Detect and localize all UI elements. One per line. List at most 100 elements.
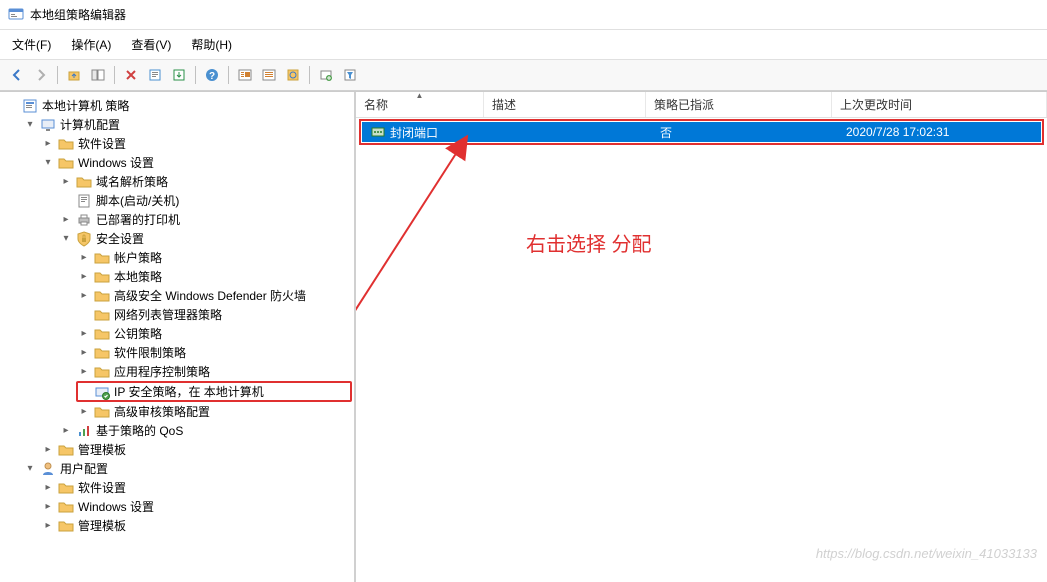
window-title: 本地组策略编辑器 xyxy=(30,6,126,23)
tree-defender-firewall[interactable]: ▸ 高级安全 Windows Defender 防火墙 xyxy=(76,286,352,305)
tree-network-list[interactable]: ▸网络列表管理器策略 xyxy=(76,305,352,324)
show-hide-tree-button[interactable] xyxy=(87,64,109,86)
list-view-button[interactable] xyxy=(258,64,280,86)
cell-last-changed: 2020/7/28 17:02:31 xyxy=(838,123,1041,141)
chevron-right-icon[interactable]: ▸ xyxy=(42,482,54,494)
shield-icon xyxy=(76,231,92,247)
folder-icon xyxy=(58,499,74,515)
list-header: ▲ 名称 描述 策略已指派 上次更改时间 xyxy=(356,92,1047,118)
chevron-right-icon[interactable]: ▸ xyxy=(42,138,54,150)
column-label: 名称 xyxy=(364,98,388,112)
chevron-right-icon[interactable]: ▸ xyxy=(78,328,90,340)
folder-icon xyxy=(58,518,74,534)
chevron-right-icon[interactable]: ▸ xyxy=(60,425,72,437)
folder-icon xyxy=(94,250,110,266)
chevron-right-icon[interactable]: ▸ xyxy=(78,406,90,418)
annotation-arrow xyxy=(356,118,536,428)
create-ip-policy-button[interactable] xyxy=(315,64,337,86)
tree-label: 高级审核策略配置 xyxy=(114,403,210,420)
tree-label: 管理模板 xyxy=(78,517,126,534)
tree-computer-config[interactable]: ▾ 计算机配置 xyxy=(22,115,352,134)
tree-ip-security[interactable]: ▸IP 安全策略，在 本地计算机 xyxy=(76,381,352,402)
chevron-right-icon[interactable]: ▸ xyxy=(60,176,72,188)
tree-label: 本地策略 xyxy=(114,268,162,285)
tree-scripts[interactable]: ▸脚本(启动/关机) xyxy=(58,191,352,210)
tree-account-policy[interactable]: ▸帐户策略 xyxy=(76,248,352,267)
ip-security-icon xyxy=(94,384,110,400)
folder-icon xyxy=(94,307,110,323)
tree-label: 高级安全 Windows Defender 防火墙 xyxy=(114,287,306,304)
up-button[interactable] xyxy=(63,64,85,86)
tree-advanced-audit[interactable]: ▸ 高级审核策略配置 xyxy=(76,402,352,421)
toolbar-separator xyxy=(114,66,115,84)
tree-software-settings[interactable]: ▸ 软件设置 xyxy=(40,134,352,153)
menu-help[interactable]: 帮助(H) xyxy=(187,34,236,55)
list-panel[interactable]: ▲ 名称 描述 策略已指派 上次更改时间 封闭端口 否 2020/7/28 17… xyxy=(356,92,1047,582)
column-name[interactable]: ▲ 名称 xyxy=(356,92,484,117)
export-list-button[interactable] xyxy=(168,64,190,86)
chevron-right-icon[interactable]: ▸ xyxy=(42,501,54,513)
folder-icon xyxy=(94,326,110,342)
menu-bar: 文件(F) 操作(A) 查看(V) 帮助(H) xyxy=(0,30,1047,60)
tree-root[interactable]: ▶ 本地计算机 策略 xyxy=(4,96,352,115)
tree-user-config[interactable]: ▾用户配置 xyxy=(22,459,352,478)
cell-assigned: 否 xyxy=(652,122,838,143)
menu-file[interactable]: 文件(F) xyxy=(8,34,55,55)
manage-filter-button[interactable] xyxy=(339,64,361,86)
forward-button[interactable] xyxy=(30,64,52,86)
menu-view[interactable]: 查看(V) xyxy=(127,34,175,55)
chevron-right-icon[interactable]: ▸ xyxy=(42,444,54,456)
tree-label: 软件设置 xyxy=(78,135,126,152)
menu-action[interactable]: 操作(A) xyxy=(67,34,115,55)
chevron-down-icon[interactable]: ▾ xyxy=(42,157,54,169)
tree-user-software[interactable]: ▸软件设置 xyxy=(40,478,352,497)
properties-button[interactable] xyxy=(144,64,166,86)
tree-app-control[interactable]: ▸应用程序控制策略 xyxy=(76,362,352,381)
tree-deployed-printers[interactable]: ▸ 已部署的打印机 xyxy=(58,210,352,229)
printer-icon xyxy=(76,212,92,228)
refresh-button[interactable] xyxy=(282,64,304,86)
chevron-down-icon[interactable]: ▾ xyxy=(24,463,36,475)
delete-button[interactable] xyxy=(120,64,142,86)
tree-label: 管理模板 xyxy=(78,441,126,458)
tree-user-templates[interactable]: ▸ 管理模板 xyxy=(40,516,352,535)
column-last-changed[interactable]: 上次更改时间 xyxy=(832,92,1047,117)
details-button[interactable] xyxy=(234,64,256,86)
list-row[interactable]: 封闭端口 否 2020/7/28 17:02:31 xyxy=(362,122,1041,142)
tree-label: Windows 设置 xyxy=(78,498,154,515)
chevron-right-icon[interactable]: ▸ xyxy=(78,366,90,378)
tree-user-windows[interactable]: ▸ Windows 设置 xyxy=(40,497,352,516)
tree-windows-settings[interactable]: ▾Windows 设置 xyxy=(40,153,352,172)
tree-label: 基于策略的 QoS xyxy=(96,422,183,439)
back-button[interactable] xyxy=(6,64,28,86)
chevron-right-icon[interactable]: ▸ xyxy=(78,252,90,264)
tree-admin-templates[interactable]: ▸ 管理模板 xyxy=(40,440,352,459)
chevron-down-icon[interactable]: ▾ xyxy=(60,233,72,245)
chevron-right-icon[interactable]: ▸ xyxy=(78,347,90,359)
chevron-right-icon[interactable]: ▸ xyxy=(78,290,90,302)
column-description[interactable]: 描述 xyxy=(484,92,646,117)
tree-security-settings[interactable]: ▾安全设置 xyxy=(58,229,352,248)
help-button[interactable]: ? xyxy=(201,64,223,86)
toolbar: ? xyxy=(0,60,1047,91)
tree-label: 已部署的打印机 xyxy=(96,211,180,228)
cell-name: 封闭端口 xyxy=(362,122,490,143)
cell-text: 2020/7/28 17:02:31 xyxy=(846,125,949,139)
folder-icon xyxy=(58,155,74,171)
tree-label: 域名解析策略 xyxy=(96,173,168,190)
tree-qos[interactable]: ▸ 基于策略的 QoS xyxy=(58,421,352,440)
tree-public-key[interactable]: ▸公钥策略 xyxy=(76,324,352,343)
chevron-right-icon[interactable]: ▸ xyxy=(42,520,54,532)
chevron-down-icon[interactable]: ▾ xyxy=(24,119,36,131)
chevron-right-icon[interactable]: ▸ xyxy=(60,214,72,226)
folder-icon xyxy=(58,442,74,458)
tree-local-policy[interactable]: ▸ 本地策略 xyxy=(76,267,352,286)
tree-name-resolution[interactable]: ▸ 域名解析策略 xyxy=(58,172,352,191)
tree-label: 本地计算机 策略 xyxy=(42,97,129,114)
tree-software-restriction[interactable]: ▸软件限制策略 xyxy=(76,343,352,362)
tree-panel[interactable]: ▶ 本地计算机 策略 ▾ 计算机配置 ▸ 软件设置 xyxy=(0,92,356,582)
cell-description xyxy=(490,130,652,134)
column-assigned[interactable]: 策略已指派 xyxy=(646,92,832,117)
chevron-right-icon[interactable]: ▸ xyxy=(78,271,90,283)
tree-label: 网络列表管理器策略 xyxy=(114,306,222,323)
